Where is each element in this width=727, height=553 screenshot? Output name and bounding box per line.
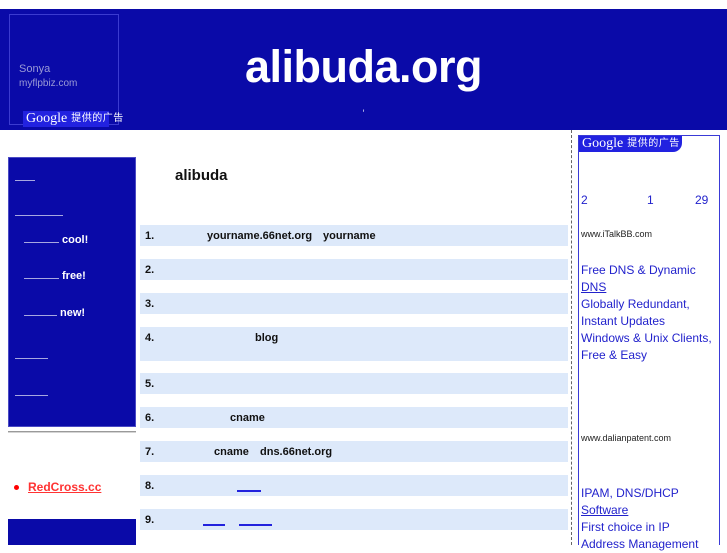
list-item-text: yourname.66net.org xyxy=(207,230,313,242)
google-wordmark: Google xyxy=(582,136,624,151)
sidebar-item-3[interactable]: cool! xyxy=(24,232,88,247)
sidebar-item-4[interactable]: free! xyxy=(24,268,86,283)
ad2-line-3: First choice in IP xyxy=(581,520,670,534)
ad2-line-2-link[interactable]: Software xyxy=(581,502,721,519)
ad2-url: www.dalianpatent.com xyxy=(581,433,672,443)
ad-number-3: 29 xyxy=(695,193,709,207)
list-item-text: blog xyxy=(255,332,279,344)
list-item: 5. xyxy=(140,373,568,394)
ad2-body[interactable]: IPAM, DNS/DHCP Software First choice in … xyxy=(581,485,721,553)
list-item-number: 7. xyxy=(145,446,155,458)
list-item-number: 9. xyxy=(145,514,155,526)
list-item-number: 4. xyxy=(145,332,155,344)
sidebar-item-badge: new! xyxy=(60,307,86,319)
sidebar-item-label xyxy=(15,205,63,216)
list-item-link[interactable] xyxy=(239,513,272,526)
sidebar-item-7[interactable] xyxy=(15,385,48,400)
list-item: 9. xyxy=(140,509,568,530)
sidebar-item-label xyxy=(15,385,48,396)
list-item: 3. xyxy=(140,293,568,314)
numbered-instruction-list: 1. yourname.66net.org yourname 2. 3. 4. blog 5.… xyxy=(140,225,568,543)
list-item-number: 2. xyxy=(145,264,155,276)
google-ads-badge-text: 提供的广告 xyxy=(71,113,124,124)
sidebar-item-label xyxy=(24,305,57,316)
ad1-line-1: Free DNS & Dynamic xyxy=(581,263,696,277)
sidebar-item-badge: cool! xyxy=(62,234,89,246)
ad-number-2: 1 xyxy=(647,193,654,207)
sidebar-item-label xyxy=(15,348,48,359)
ad1-body[interactable]: Free DNS & Dynamic DNS Globally Redundan… xyxy=(581,262,721,364)
list-item-link[interactable] xyxy=(237,479,261,492)
header-google-ad[interactable]: Sonya myflpbiz.com xyxy=(9,14,119,125)
list-item: 7. cname dns.66net.org xyxy=(140,441,568,462)
sidebar-item-label xyxy=(15,170,35,181)
list-item-text: cname xyxy=(214,446,249,458)
google-ads-badge-text: 提供的广告 xyxy=(627,138,680,149)
sidebar-item-1[interactable] xyxy=(15,170,35,185)
ad-number-1: 2 xyxy=(581,193,588,207)
list-item: 8. xyxy=(140,475,568,496)
list-item-number: 5. xyxy=(145,378,155,390)
sidebar-item-5[interactable]: new! xyxy=(24,305,85,320)
ad1-url: www.iTalkBB.com xyxy=(581,229,653,239)
sidebar-item-label xyxy=(24,232,59,243)
list-item-number: 3. xyxy=(145,298,155,310)
sidebar-item-label xyxy=(24,268,59,279)
list-item-text: yourname xyxy=(323,230,376,242)
content-right-divider xyxy=(571,130,572,545)
list-item: 1. yourname.66net.org yourname xyxy=(140,225,568,246)
google-ads-badge-header[interactable]: Google 提供的广告 xyxy=(23,111,123,127)
sidebar-item-2[interactable] xyxy=(15,205,63,220)
list-item-link[interactable] xyxy=(203,513,225,526)
google-ads-badge-right[interactable]: Google 提供的广告 xyxy=(579,136,682,152)
redcross-link[interactable]: RedCross.cc xyxy=(28,480,101,494)
ad1-line-3: Globally Redundant, xyxy=(581,297,690,311)
list-item-number: 8. xyxy=(145,480,155,492)
sidebar-item-6[interactable] xyxy=(15,348,48,363)
ad1-line-4: Instant Updates xyxy=(581,314,666,328)
header-ad-url: myflpbiz.com xyxy=(19,78,78,89)
ad1-line-2-link[interactable]: DNS xyxy=(581,279,721,296)
list-item-text: cname xyxy=(230,412,265,424)
ad-numbers-row: 2 1 29 xyxy=(581,193,719,207)
list-item: 2. xyxy=(140,259,568,280)
content-heading: alibuda xyxy=(175,167,228,184)
ad1-line-5: Windows & Unix Clients, xyxy=(581,331,712,345)
list-item-number: 1. xyxy=(145,230,155,242)
bullet-icon xyxy=(14,484,19,490)
ad2-line-1: IPAM, DNS/DHCP xyxy=(581,486,679,500)
list-item: 4. blog xyxy=(140,327,568,361)
ad1-line-6: Free & Easy xyxy=(581,348,648,362)
sidebar-divider xyxy=(8,431,136,433)
google-wordmark: Google xyxy=(26,111,68,126)
list-item-number: 6. xyxy=(145,412,155,424)
sidebar-bottom-panel xyxy=(8,519,136,545)
sidebar-item-badge: free! xyxy=(62,270,86,282)
list-item: 6. cname xyxy=(140,407,568,428)
list-item-text: dns.66net.org xyxy=(260,446,333,458)
header-ad-advertiser: Sonya xyxy=(19,63,51,75)
list-item-redcross: RedCross.cc xyxy=(14,480,134,494)
